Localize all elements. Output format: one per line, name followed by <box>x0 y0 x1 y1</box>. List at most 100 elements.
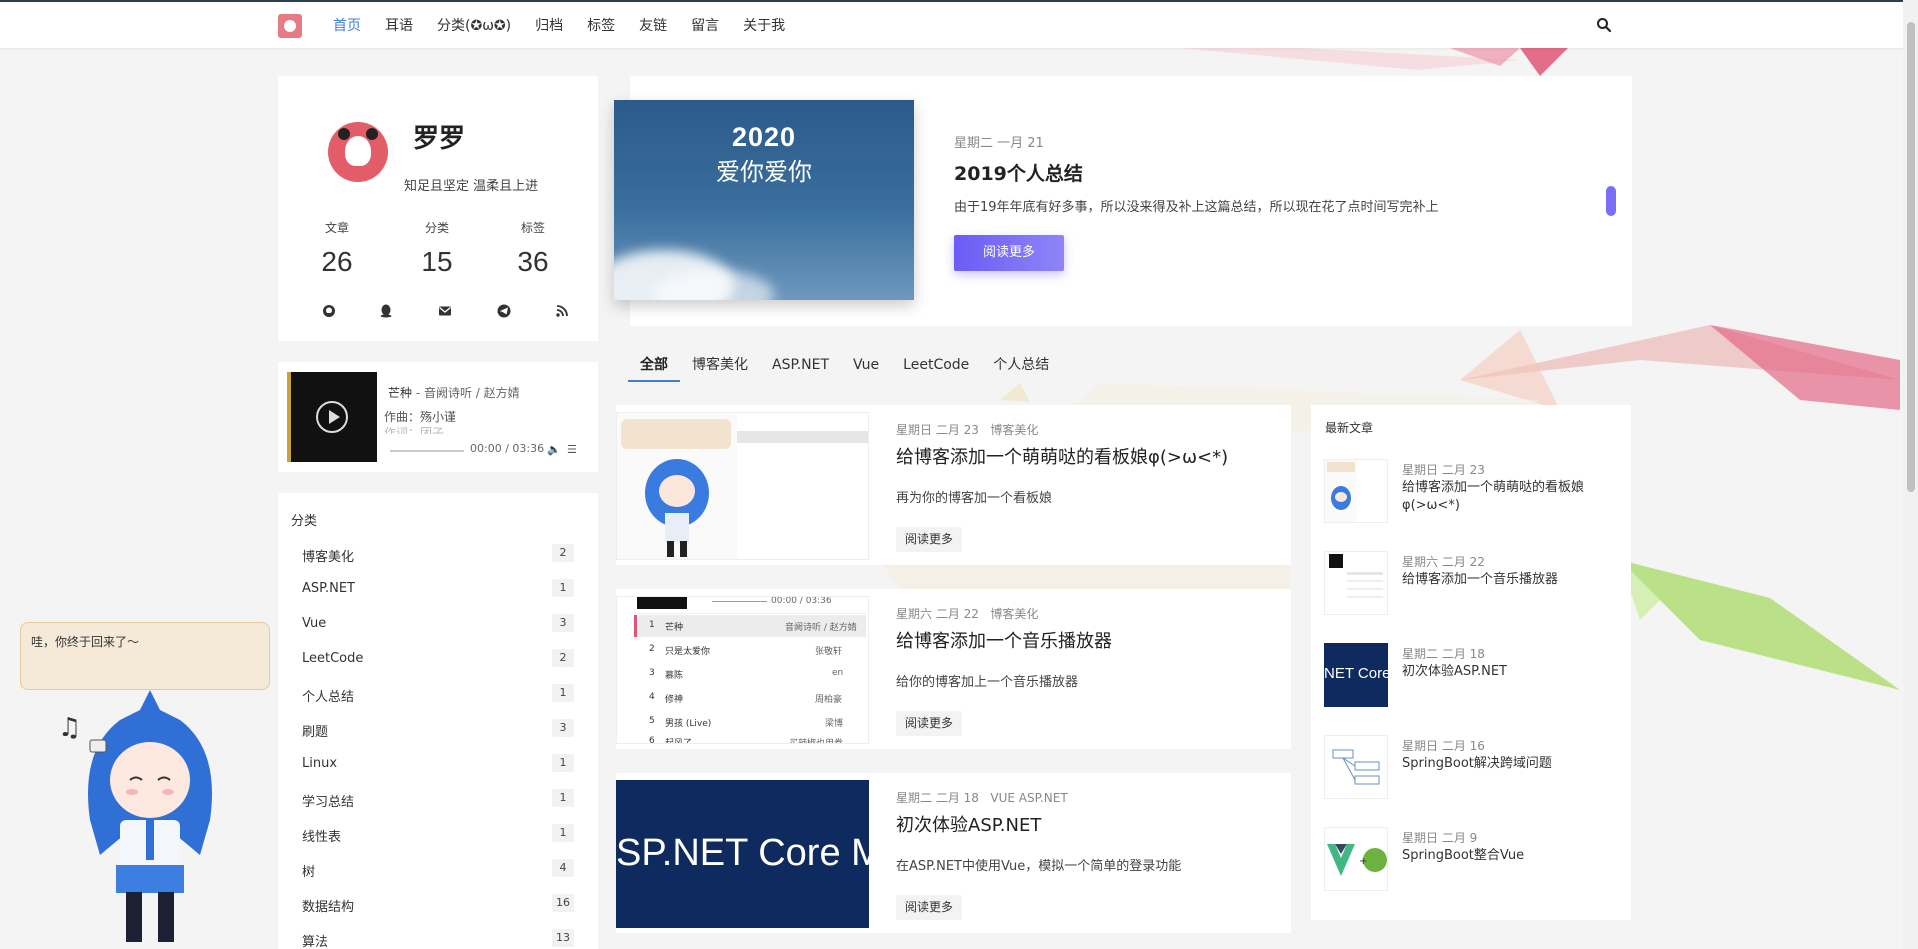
category-item[interactable]: 算法 13 <box>302 929 574 949</box>
post-card: 00:00 / 03:36 1 芒种 音阙诗听 / 赵方婧 2 只是太爱你 张敬… <box>616 589 1291 749</box>
latest-post-title[interactable]: 给博客添加一个音乐播放器 <box>1402 571 1622 589</box>
nav-item-whisper[interactable]: 耳语 <box>385 15 413 35</box>
latest-post-date: 星期二 二月 18 <box>1402 647 1485 661</box>
post-title[interactable]: 给博客添加一个萌萌哒的看板娘φ(>ω<*) <box>896 443 1228 469</box>
telegram-icon[interactable] <box>496 303 512 319</box>
player-time: 00:00 / 03:36 <box>470 442 545 455</box>
category-item[interactable]: 个人总结 1 <box>302 684 574 705</box>
tab-vue[interactable]: Vue <box>841 354 891 382</box>
post-card: 星期日 二月 23 博客美化 给博客添加一个萌萌哒的看板娘φ(>ω<*) 再为你… <box>616 405 1291 565</box>
play-icon[interactable] <box>316 401 348 433</box>
tab-all[interactable]: 全部 <box>628 354 680 382</box>
latest-post-thumbnail[interactable] <box>1324 735 1388 799</box>
read-more-button[interactable]: 阅读更多 <box>896 895 963 920</box>
categories-card: 分类 博客美化 2 ASP.NET 1 Vue 3 LeetCode 2 个人总结 1 刷… <box>278 493 598 949</box>
post-date: 星期二 二月 18 VUE ASP.NET <box>896 791 1068 805</box>
nav-item-home[interactable]: 首页 <box>333 15 361 35</box>
latest-post-date: 星期日 二月 23 <box>1402 463 1485 477</box>
volume-icon[interactable]: 🔈 <box>547 443 561 456</box>
latest-post-item[interactable]: 星期日 二月 16 SpringBoot解决跨域问题 <box>1324 735 1624 805</box>
latest-post-thumbnail[interactable]: + <box>1324 827 1388 891</box>
stat-articles-count[interactable]: 26 <box>307 246 367 278</box>
svg-text:+: + <box>1359 856 1367 867</box>
latest-post-thumbnail[interactable] <box>1324 459 1388 523</box>
album-cover[interactable] <box>287 372 377 462</box>
music-player: 芒种 - 音阙诗听 / 赵方婧 作曲：殇小谨 作词：团子 00:00 / 03:… <box>278 362 598 472</box>
stat-tags-label: 标签 <box>520 221 545 235</box>
latest-posts-card: 最新文章 星期日 二月 23 给博客添加一个萌萌哒的看板娘φ(>ω<*) 星期六… <box>1311 405 1631 920</box>
stat-categories-count[interactable]: 15 <box>407 246 467 278</box>
qq-icon[interactable] <box>378 303 394 319</box>
rss-icon[interactable] <box>554 303 570 319</box>
nav-item-tags[interactable]: 标签 <box>587 15 615 35</box>
nav-item-message[interactable]: 留言 <box>691 15 719 35</box>
category-item[interactable]: Linux 1 <box>302 754 574 774</box>
read-more-button[interactable]: 阅读更多 <box>896 711 963 736</box>
category-tabs: 全部 博客美化 ASP.NET Vue LeetCode 个人总结 <box>628 354 1061 384</box>
post-summary: 再为你的博客加一个看板娘 <box>896 491 1053 506</box>
profile-motto: 知足且坚定 温柔且上进 <box>404 179 539 194</box>
stat-tags-count[interactable]: 36 <box>503 246 563 278</box>
top-navbar: 首页 耳语 分类(✪ω✪) 归档 标签 友链 留言 关于我 <box>0 0 1918 48</box>
profile-card: 罗罗 知足且坚定 温柔且上进 文章 26 分类 15 标签 36 <box>278 76 598 341</box>
post-thumbnail[interactable] <box>616 412 869 560</box>
scrollbar-thumb[interactable] <box>1907 22 1915 492</box>
post-date: 星期六 二月 22 博客美化 <box>896 607 1039 621</box>
category-item[interactable]: 学习总结 1 <box>302 789 574 810</box>
category-item[interactable]: 数据结构 16 <box>302 894 574 915</box>
category-item[interactable]: 博客美化 2 <box>302 544 574 565</box>
latest-post-date: 星期日 二月 9 <box>1402 831 1478 845</box>
post-thumbnail[interactable]: SP.NET Core MV <box>616 780 869 928</box>
avatar <box>328 122 388 182</box>
mail-icon[interactable] <box>437 303 453 319</box>
github-icon[interactable] <box>321 303 337 319</box>
progress-bar[interactable] <box>390 450 464 452</box>
nav-item-archive[interactable]: 归档 <box>535 15 563 35</box>
mascot-character[interactable] <box>60 680 240 949</box>
latest-post-item[interactable]: + 星期日 二月 9 SpringBoot整合Vue <box>1324 827 1624 897</box>
site-logo[interactable] <box>278 14 302 38</box>
category-item[interactable]: 线性表 1 <box>302 824 574 845</box>
tab-personal-summary[interactable]: 个人总结 <box>981 354 1061 382</box>
post-title[interactable]: 给博客添加一个音乐播放器 <box>896 627 1112 653</box>
category-item[interactable]: ASP.NET 1 <box>302 579 574 599</box>
nav-item-links[interactable]: 友链 <box>639 15 667 35</box>
featured-image[interactable]: 2020 爱你爱你 <box>614 100 914 300</box>
nav-item-about[interactable]: 关于我 <box>743 15 785 35</box>
latest-post-item[interactable]: 星期六 二月 22 给博客添加一个音乐播放器 <box>1324 551 1624 621</box>
latest-post-thumbnail[interactable]: NET Core <box>1324 643 1388 707</box>
search-icon[interactable] <box>1596 17 1612 33</box>
category-item[interactable]: LeetCode 2 <box>302 649 574 669</box>
latest-post-item[interactable]: NET Core 星期二 二月 18 初次体验ASP.NET <box>1324 643 1624 713</box>
latest-post-title[interactable]: 给博客添加一个萌萌哒的看板娘φ(>ω<*) <box>1402 479 1622 515</box>
latest-post-title[interactable]: SpringBoot解决跨域问题 <box>1402 755 1622 773</box>
featured-read-more-button[interactable]: 阅读更多 <box>954 235 1064 271</box>
category-item[interactable]: Vue 3 <box>302 614 574 634</box>
category-item[interactable]: 刷题 3 <box>302 719 574 740</box>
categories-title: 分类 <box>291 514 318 529</box>
tab-leetcode[interactable]: LeetCode <box>891 354 981 382</box>
latest-posts-title: 最新文章 <box>1325 421 1374 435</box>
nav-menu: 首页 耳语 分类(✪ω✪) 归档 标签 友链 留言 关于我 <box>333 2 809 48</box>
featured-date: 星期二 一月 21 <box>954 136 1044 151</box>
latest-post-title[interactable]: SpringBoot整合Vue <box>1402 847 1622 865</box>
latest-post-thumbnail[interactable] <box>1324 551 1388 615</box>
latest-post-item[interactable]: 星期日 二月 23 给博客添加一个萌萌哒的看板娘φ(>ω<*) <box>1324 459 1624 529</box>
category-item[interactable]: 树4 <box>302 859 574 880</box>
lyric-next: 作词：团子 <box>384 426 445 434</box>
read-more-button[interactable]: 阅读更多 <box>896 527 963 552</box>
latest-post-title[interactable]: 初次体验ASP.NET <box>1402 663 1622 681</box>
latest-post-date: 星期日 二月 16 <box>1402 739 1485 753</box>
post-thumbnail[interactable]: 00:00 / 03:36 1 芒种 音阙诗听 / 赵方婧 2 只是太爱你 张敬… <box>616 596 869 744</box>
latest-post-date: 星期六 二月 22 <box>1402 555 1485 569</box>
post-summary: 在ASP.NET中使用Vue，模拟一个简单的登录功能 <box>896 859 1182 874</box>
playlist-menu-icon[interactable]: ☰ <box>567 443 577 456</box>
nav-item-categories[interactable]: 分类(✪ω✪) <box>437 15 511 35</box>
tab-blog-beautify[interactable]: 博客美化 <box>680 354 760 382</box>
page-scrollbar[interactable] <box>1903 0 1918 949</box>
carousel-indicator[interactable] <box>1606 186 1616 216</box>
featured-title[interactable]: 2019个人总结 <box>954 159 1083 186</box>
tab-aspnet[interactable]: ASP.NET <box>760 354 841 382</box>
post-title[interactable]: 初次体验ASP.NET <box>896 811 1041 837</box>
post-date: 星期日 二月 23 博客美化 <box>896 423 1039 437</box>
